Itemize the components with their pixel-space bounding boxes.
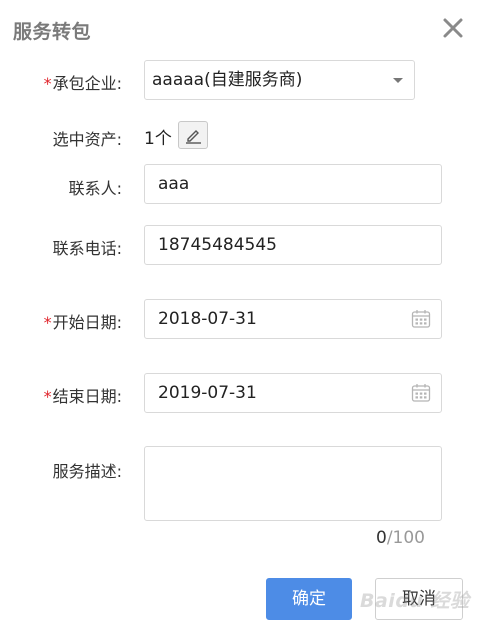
- selected-assets-count: 1个: [144, 129, 172, 149]
- contractor-label: *承包企业:: [43, 74, 122, 93]
- edit-icon: [186, 130, 201, 144]
- description-textarea[interactable]: [144, 446, 442, 521]
- char-count: 0: [375, 528, 387, 548]
- close-button[interactable]: [441, 16, 465, 40]
- contact-person-label: 联系人:: [68, 179, 122, 198]
- contact-phone-value: 18745484545: [158, 235, 277, 255]
- dialog-title: 服务转包: [13, 21, 92, 43]
- end-date-input[interactable]: 2019-07-31: [144, 373, 442, 413]
- start-date-label: *开始日期:: [43, 313, 122, 332]
- close-icon: [443, 18, 463, 38]
- cancel-button[interactable]: 取消: [375, 578, 463, 620]
- contact-phone-label: 联系电话:: [52, 239, 122, 258]
- required-mark: *: [43, 313, 52, 332]
- chevron-down-icon: [393, 78, 403, 83]
- calendar-icon[interactable]: [411, 383, 431, 403]
- start-date-input[interactable]: 2018-07-31: [144, 299, 442, 339]
- end-date-label: *结束日期:: [43, 387, 122, 406]
- service-subcontract-dialog: 服务转包 *承包企业: aaaaa(自建服务商) 选中资产: 1个 联系人: a…: [0, 0, 479, 636]
- contact-person-input[interactable]: aaa: [144, 164, 442, 204]
- calendar-icon[interactable]: [411, 309, 431, 329]
- char-max: /100: [386, 528, 425, 548]
- required-mark: *: [43, 387, 52, 406]
- confirm-button[interactable]: 确定: [266, 578, 352, 620]
- description-label: 服务描述:: [52, 462, 122, 481]
- selected-assets-label: 选中资产:: [52, 130, 122, 149]
- required-mark: *: [43, 74, 52, 93]
- edit-assets-button[interactable]: [178, 121, 208, 149]
- contractor-value: aaaaa(自建服务商): [152, 70, 303, 90]
- contact-phone-input[interactable]: 18745484545: [144, 225, 442, 265]
- contact-person-value: aaa: [158, 174, 190, 194]
- start-date-value: 2018-07-31: [158, 309, 257, 329]
- end-date-value: 2019-07-31: [158, 383, 257, 403]
- contractor-select[interactable]: aaaaa(自建服务商): [144, 60, 415, 100]
- char-counter: 0/100: [376, 528, 425, 548]
